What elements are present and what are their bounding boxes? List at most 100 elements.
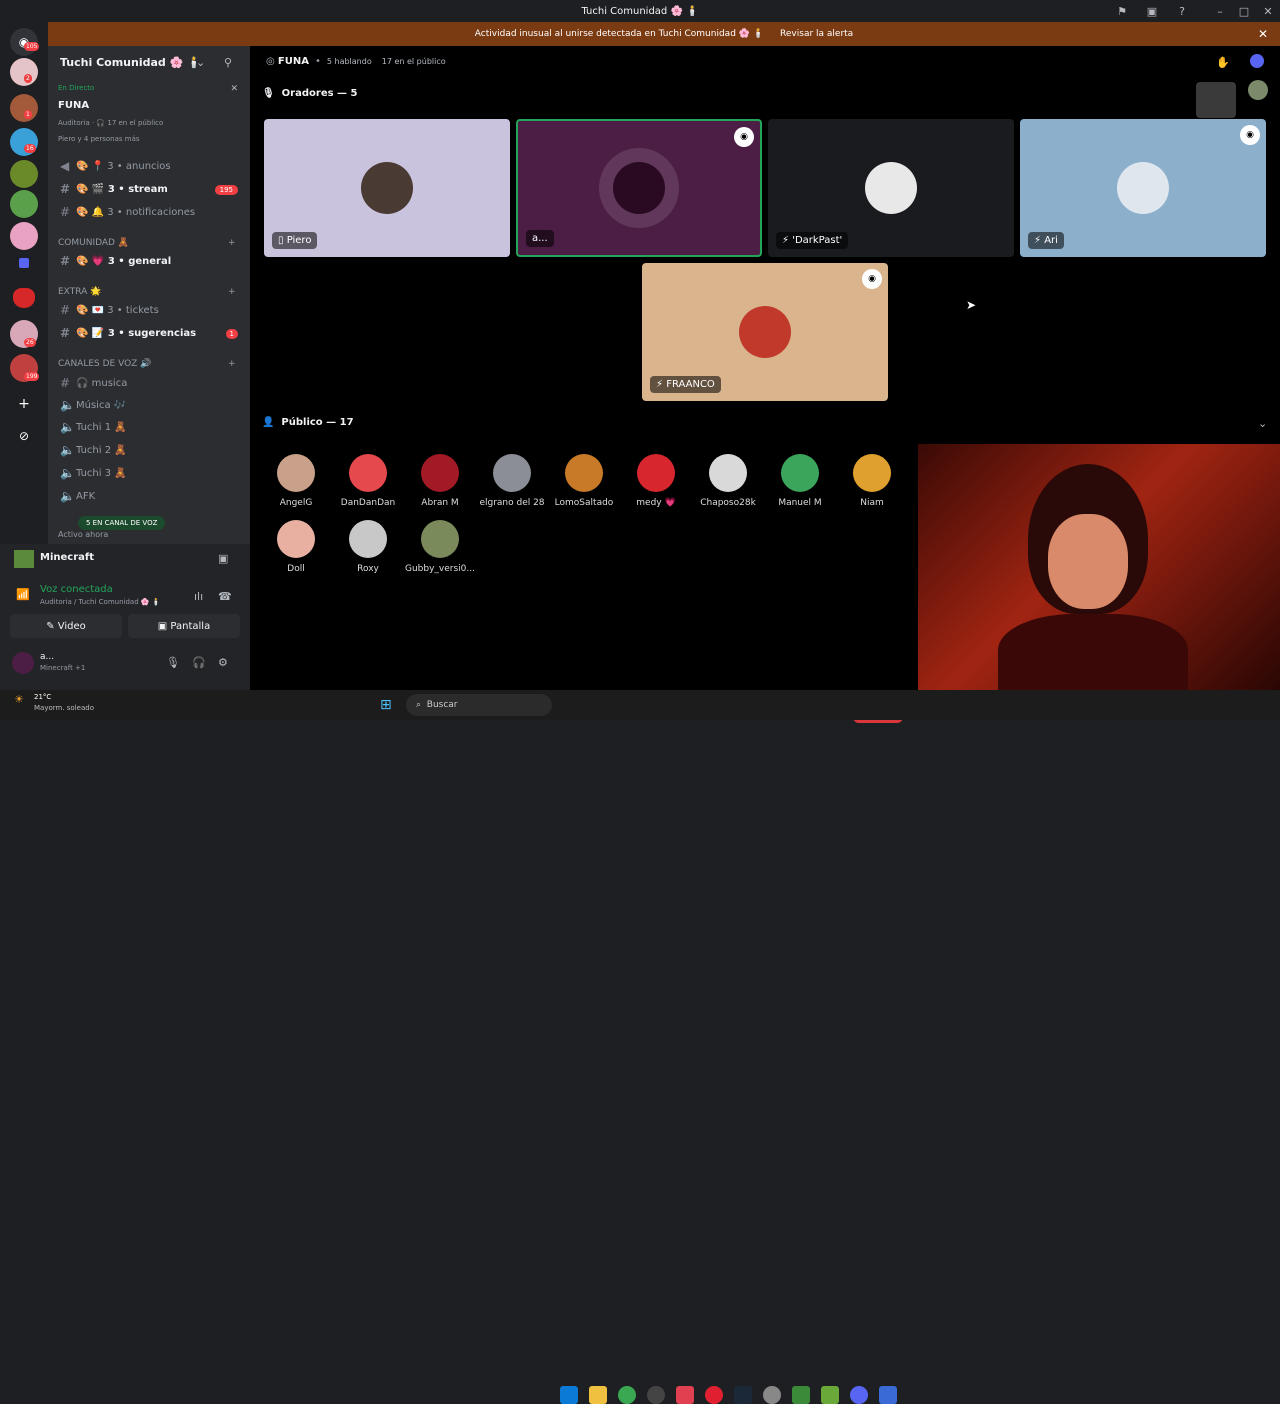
- review-alert-button[interactable]: Revisar la alerta: [780, 29, 853, 39]
- audience-member[interactable]: Abran M: [404, 454, 476, 508]
- chevron-down-icon[interactable]: ⌄: [196, 56, 205, 69]
- audience-member[interactable]: Manuel M: [764, 454, 836, 508]
- inbox-icon[interactable]: ⚑: [1110, 0, 1134, 22]
- headphones-icon[interactable]: 🎧: [192, 656, 206, 669]
- channel-general[interactable]: # 🎨 💗 3 • general: [60, 251, 240, 271]
- avatar: [349, 520, 387, 558]
- opera-icon[interactable]: [705, 1386, 723, 1404]
- minecraft-icon[interactable]: [792, 1386, 810, 1404]
- screen-share-button[interactable]: ▣ Pantalla: [128, 614, 240, 638]
- voice-channel-tuchi-3[interactable]: 🔈 Tuchi 3 🧸: [60, 463, 240, 483]
- pin-icon[interactable]: ◉: [734, 127, 754, 147]
- server-icon[interactable]: [10, 222, 38, 250]
- speakers-header: 🎙 Oradores — 5: [262, 88, 358, 99]
- username[interactable]: a...: [40, 652, 54, 662]
- app-icon[interactable]: [647, 1386, 665, 1404]
- channel-tickets[interactable]: # 🎨 💌 3 • tickets: [60, 300, 240, 320]
- activity-screen-icon[interactable]: ▣: [218, 552, 228, 565]
- steam-icon[interactable]: [734, 1386, 752, 1404]
- pin-icon[interactable]: ◉: [862, 269, 882, 289]
- speaker-tile[interactable]: ◉ a...: [516, 119, 762, 257]
- raise-hand-icon[interactable]: ✋: [1216, 56, 1230, 69]
- category-voz[interactable]: CANALES DE VOZ 🔊 +: [58, 359, 236, 369]
- speaker-tile[interactable]: ⚡ 'DarkPast': [768, 119, 1014, 257]
- close-window-button[interactable]: ✕: [1256, 0, 1280, 22]
- help-icon[interactable]: ?: [1170, 0, 1194, 22]
- taskbar: ☀ 21°C Mayorm. soleado ⊞ ⌕ Buscar: [0, 690, 1280, 1404]
- category-comunidad[interactable]: COMUNIDAD 🧸 +: [58, 238, 236, 248]
- pin-icon[interactable]: ◉: [1240, 125, 1260, 145]
- voice-channel-afk[interactable]: 🔈 AFK: [60, 486, 240, 506]
- channel-stream[interactable]: # 🎨 🎬 3 • stream: [60, 179, 240, 199]
- edge-icon[interactable]: [560, 1386, 578, 1404]
- invite-icon[interactable]: ⚲: [224, 56, 232, 69]
- audience-member[interactable]: Roxy: [332, 520, 404, 574]
- noise-icon[interactable]: ılı: [194, 590, 203, 603]
- voice-sub[interactable]: Auditoria / Tuchi Comunidad 🌸 🕯️: [40, 598, 161, 606]
- voice-channel-tuchi-2[interactable]: 🔈 Tuchi 2 🧸: [60, 440, 240, 460]
- settings-gear-icon[interactable]: [763, 1386, 781, 1404]
- audience-member[interactable]: Gubby_versi0...: [404, 520, 476, 574]
- audience-member[interactable]: Niam: [836, 454, 908, 508]
- chrome-icon[interactable]: [618, 1386, 636, 1404]
- maximize-button[interactable]: □: [1232, 0, 1256, 22]
- preview-thumbnail[interactable]: [1196, 82, 1236, 118]
- audience-member[interactable]: elgrano del 28: [476, 454, 548, 508]
- chevron-down-icon[interactable]: ⌄: [1258, 417, 1267, 430]
- audience-member[interactable]: Doll: [260, 520, 332, 574]
- avatar[interactable]: [1250, 54, 1264, 68]
- close-icon[interactable]: ✕: [1258, 27, 1268, 41]
- audience-member[interactable]: LomoSaltado: [548, 454, 620, 508]
- server-icon[interactable]: [10, 160, 38, 188]
- search-box[interactable]: ⌕ Buscar: [406, 694, 552, 716]
- weather-desc[interactable]: Mayorm. soleado: [34, 704, 94, 712]
- category-extra[interactable]: EXTRA 🌟 +: [58, 287, 236, 297]
- server-icon[interactable]: [10, 58, 38, 86]
- voice-channel-tuchi-1[interactable]: 🔈 Tuchi 1 🧸: [60, 417, 240, 437]
- video-button[interactable]: ✎ Video: [10, 614, 122, 638]
- voice-status[interactable]: Voz conectada: [40, 584, 113, 595]
- minimize-button[interactable]: –: [1208, 0, 1232, 22]
- channel-musica[interactable]: # 🎧 musica: [60, 373, 240, 393]
- app-icon[interactable]: [676, 1386, 694, 1404]
- heart-server-icon[interactable]: [13, 288, 35, 308]
- settings-gear-icon[interactable]: ⚙: [218, 656, 228, 669]
- voice-channel-musica[interactable]: 🔈 Música 🎶: [60, 395, 240, 415]
- windows-start-icon[interactable]: ⊞: [380, 697, 396, 713]
- close-icon[interactable]: ✕: [230, 84, 238, 94]
- hash-icon: #: [60, 303, 71, 317]
- audience-member[interactable]: Chaposo28k: [692, 454, 764, 508]
- live-channel-name[interactable]: FUNA: [58, 100, 89, 111]
- channel-sugerencias[interactable]: # 🎨 📝 3 • sugerencias: [60, 323, 240, 343]
- audience-member[interactable]: medy 💗: [620, 454, 692, 508]
- announcement-icon: ◀: [60, 159, 70, 173]
- discord-icon[interactable]: [850, 1386, 868, 1404]
- microphone-icon[interactable]: 🎙: [166, 656, 180, 669]
- live-status: En Directo: [58, 84, 95, 92]
- folder-icon[interactable]: [19, 258, 29, 268]
- add-channel-icon[interactable]: +: [228, 359, 236, 369]
- audience-member[interactable]: AngelG: [260, 454, 332, 508]
- minecraft-launcher-icon[interactable]: [821, 1386, 839, 1404]
- server-name[interactable]: Tuchi Comunidad 🌸 🕯️: [60, 56, 201, 69]
- avatar[interactable]: [12, 652, 34, 674]
- server-icon[interactable]: [10, 190, 38, 218]
- avatar[interactable]: [1248, 80, 1268, 100]
- add-channel-icon[interactable]: +: [228, 287, 236, 297]
- file-explorer-icon[interactable]: [589, 1386, 607, 1404]
- channel-notificaciones[interactable]: # 🎨 🔔 3 • notificaciones: [60, 202, 240, 222]
- disconnect-icon[interactable]: ☎: [218, 590, 232, 603]
- add-server-icon[interactable]: +: [10, 390, 38, 418]
- channel-anuncios[interactable]: ◀ 🎨 📍 3 • anuncios: [60, 156, 240, 176]
- speaker-tile[interactable]: ◉ ⚡ FRAANCO: [642, 263, 888, 401]
- voice-count-pill[interactable]: 5 EN CANAL DE VOZ: [78, 516, 166, 530]
- server-icon[interactable]: [10, 94, 38, 122]
- weather-temp[interactable]: 21°C: [34, 693, 51, 701]
- screen-icon[interactable]: ▣: [1140, 0, 1164, 22]
- discover-icon[interactable]: ⊘: [10, 422, 38, 450]
- speaker-tile[interactable]: ◉ ⚡ Ari: [1020, 119, 1266, 257]
- speaker-tile[interactable]: ▯ Piero: [264, 119, 510, 257]
- app-icon[interactable]: [879, 1386, 897, 1404]
- audience-member[interactable]: DanDanDan: [332, 454, 404, 508]
- add-channel-icon[interactable]: +: [228, 238, 236, 248]
